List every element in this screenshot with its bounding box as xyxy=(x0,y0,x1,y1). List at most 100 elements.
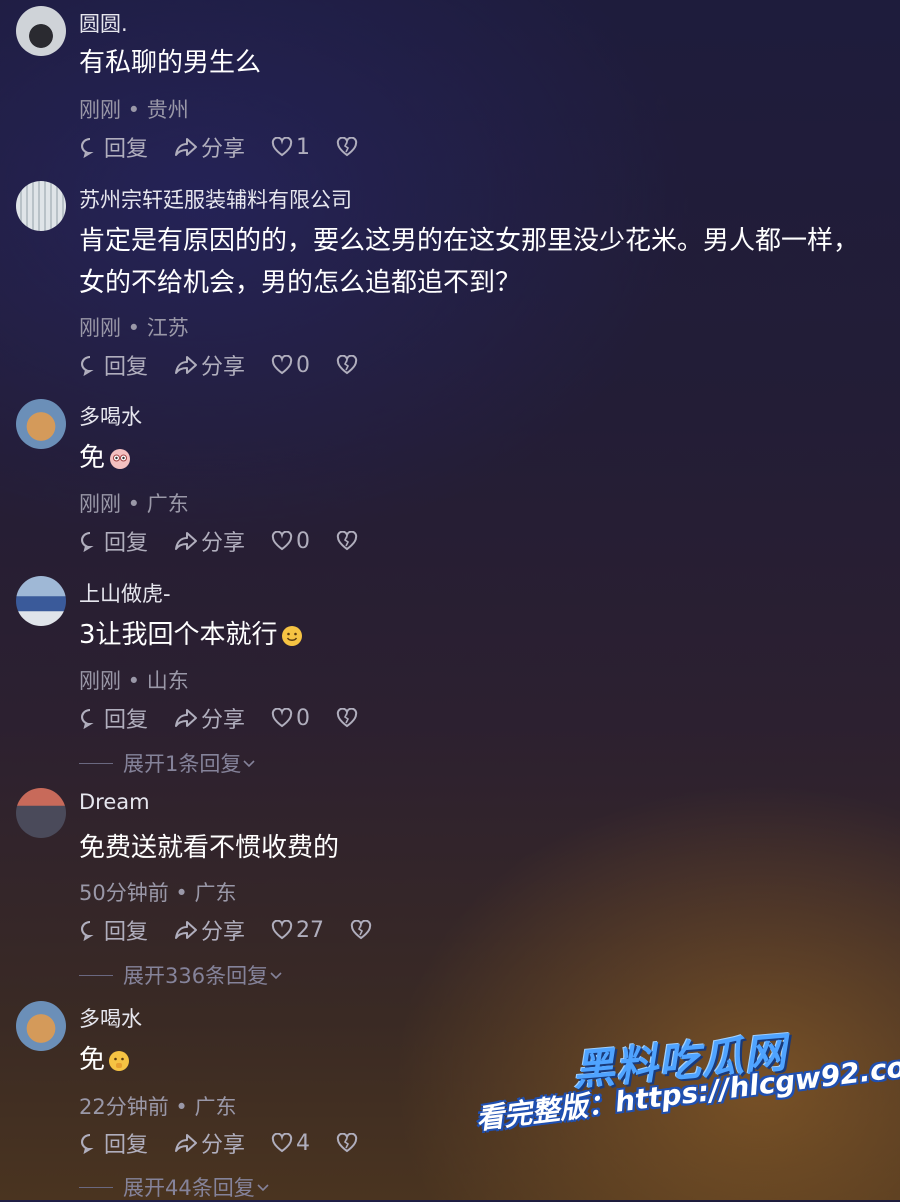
share-label: 分享 xyxy=(201,355,246,380)
comment-actions: 回复 分享 4 xyxy=(79,1128,387,1158)
reply-label: 回复 xyxy=(104,137,149,162)
comment-meta: 50分钟前 • 广东 xyxy=(79,881,237,905)
share-button[interactable]: 分享 xyxy=(174,914,245,946)
reply-bubble-icon xyxy=(81,1134,94,1154)
expand-replies-button[interactable]: 展开1条回复 xyxy=(79,748,257,778)
dislike-button[interactable] xyxy=(336,531,361,551)
share-button[interactable]: 分享 xyxy=(174,131,245,163)
comment-actions: 回复 分享 0 xyxy=(79,703,387,733)
dislike-button[interactable] xyxy=(336,708,361,728)
comment-author[interactable]: 苏州宗轩廷服装辅料有限公司 xyxy=(79,184,352,214)
chevron-down-icon xyxy=(257,1184,269,1192)
comment-author[interactable]: 圆圆. xyxy=(79,8,128,38)
like-button[interactable]: 27 xyxy=(271,918,324,943)
reply-bubble-icon xyxy=(81,709,94,729)
comment-actions: 回复 分享 0 xyxy=(79,350,387,380)
reply-label: 回复 xyxy=(104,1133,149,1158)
comment-author[interactable]: 多喝水 xyxy=(79,401,142,431)
like-count: 0 xyxy=(296,528,311,554)
share-label: 分享 xyxy=(201,1133,246,1158)
divider xyxy=(79,974,113,976)
avatar[interactable] xyxy=(16,576,66,626)
like-count: 0 xyxy=(296,705,311,731)
reply-label: 回复 xyxy=(104,920,149,945)
share-arrow-icon xyxy=(175,532,198,550)
divider xyxy=(79,762,113,764)
hush-face-emoji xyxy=(109,1050,130,1071)
share-label: 分享 xyxy=(201,137,246,162)
share-arrow-icon xyxy=(175,1134,198,1152)
reply-bubble-icon xyxy=(81,138,94,158)
chevron-down-icon xyxy=(243,760,255,768)
comment-text-content: 免 xyxy=(79,1045,106,1075)
comment-author[interactable]: Dream xyxy=(79,790,150,814)
share-button[interactable]: 分享 xyxy=(174,1127,245,1159)
share-button[interactable]: 分享 xyxy=(174,349,245,381)
share-button[interactable]: 分享 xyxy=(174,525,245,557)
comment-actions: 回复 分享 1 xyxy=(79,132,387,162)
avatar[interactable] xyxy=(16,399,66,449)
reply-button[interactable]: 回复 xyxy=(79,349,148,381)
reply-label: 回复 xyxy=(104,531,149,556)
shocked-face-emoji xyxy=(110,448,131,469)
heart-icon xyxy=(271,1133,293,1153)
like-button[interactable]: 1 xyxy=(271,135,310,160)
reply-button[interactable]: 回复 xyxy=(79,1127,148,1159)
like-button[interactable]: 4 xyxy=(271,1131,310,1156)
comment-meta: 刚刚 • 广东 xyxy=(79,492,189,516)
comment-author[interactable]: 多喝水 xyxy=(79,1003,142,1033)
like-button[interactable]: 0 xyxy=(271,706,310,731)
expand-replies-button[interactable]: 展开336条回复 xyxy=(79,960,284,990)
share-label: 分享 xyxy=(201,708,246,733)
comment-text: 3让我回个本就行 xyxy=(79,614,879,656)
share-arrow-icon xyxy=(175,921,198,939)
dislike-button[interactable] xyxy=(336,137,361,157)
like-button[interactable]: 0 xyxy=(271,353,310,378)
smile-face-emoji xyxy=(281,625,302,646)
comment-meta: 刚刚 • 江苏 xyxy=(79,316,189,340)
reply-button[interactable]: 回复 xyxy=(79,702,148,734)
broken-heart-icon xyxy=(336,531,358,551)
comment-text: 肯定是有原因的的，要么这男的在这女那里没少花米。男人都一样，女的不给机会，男的怎… xyxy=(79,226,860,298)
like-button[interactable]: 0 xyxy=(271,529,310,554)
reply-button[interactable]: 回复 xyxy=(79,131,148,163)
dislike-button[interactable] xyxy=(336,1133,361,1153)
avatar[interactable] xyxy=(16,788,66,838)
reply-label: 回复 xyxy=(104,708,149,733)
share-arrow-icon xyxy=(175,356,198,374)
reply-bubble-icon xyxy=(81,356,94,376)
like-count: 27 xyxy=(296,917,325,943)
comment-meta: 刚刚 • 山东 xyxy=(79,669,189,693)
heart-icon xyxy=(271,920,293,940)
expand-replies-label: 展开336条回复 xyxy=(123,964,269,988)
avatar[interactable] xyxy=(16,6,66,56)
reply-bubble-icon xyxy=(81,532,94,552)
expand-replies-button[interactable]: 展开44条回复 xyxy=(79,1172,271,1202)
reply-button[interactable]: 回复 xyxy=(79,914,148,946)
avatar[interactable] xyxy=(16,181,66,231)
share-label: 分享 xyxy=(201,920,246,945)
share-button[interactable]: 分享 xyxy=(174,702,245,734)
chevron-down-icon xyxy=(270,972,282,980)
comment-author[interactable]: 上山做虎- xyxy=(79,578,171,608)
comment-text-content: 3让我回个本就行 xyxy=(79,620,278,650)
expand-replies-label: 展开44条回复 xyxy=(123,1176,255,1200)
comment-text: 免 xyxy=(79,437,879,479)
expand-replies-label: 展开1条回复 xyxy=(123,752,242,776)
broken-heart-icon xyxy=(336,355,358,375)
dislike-button[interactable] xyxy=(350,920,375,940)
reply-button[interactable]: 回复 xyxy=(79,525,148,557)
comment-actions: 回复 分享 0 xyxy=(79,526,387,556)
share-label: 分享 xyxy=(201,531,246,556)
like-count: 4 xyxy=(296,1130,311,1156)
reply-label: 回复 xyxy=(104,355,149,380)
heart-icon xyxy=(271,355,293,375)
broken-heart-icon xyxy=(350,920,372,940)
like-count: 1 xyxy=(296,134,311,160)
divider xyxy=(79,1186,113,1188)
dislike-button[interactable] xyxy=(336,355,361,375)
broken-heart-icon xyxy=(336,708,358,728)
share-arrow-icon xyxy=(175,709,198,727)
comment-meta: 刚刚 • 贵州 xyxy=(79,98,189,122)
avatar[interactable] xyxy=(16,1001,66,1051)
